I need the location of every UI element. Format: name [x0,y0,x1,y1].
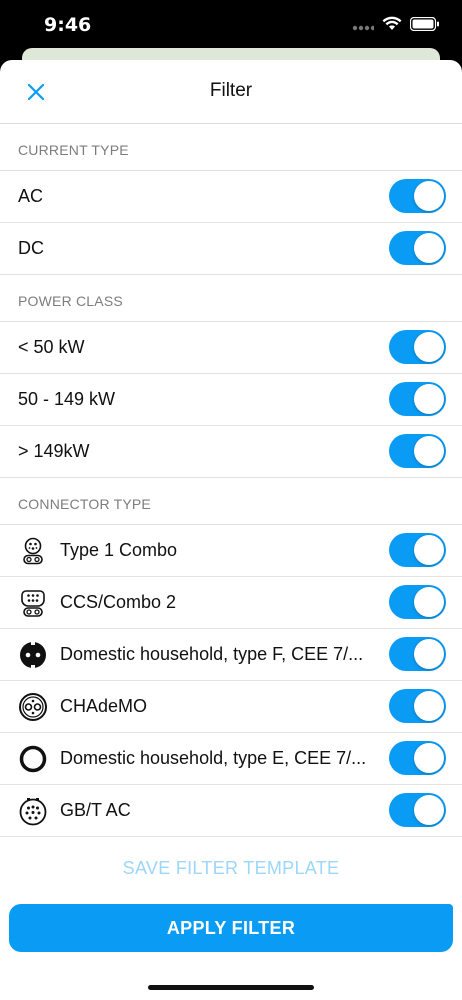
sheet-header: Filter [0,60,462,124]
filter-row-dc: DC [0,223,462,275]
toggle-ac[interactable] [389,179,446,213]
toggle-knob [414,743,444,773]
filter-label: AC [18,186,44,206]
filter-label: Type 1 Combo [60,540,178,560]
filter-row-domestic-type-e: Domestic household, type E, CEE 7/... [0,733,462,785]
gbt-ac-icon [19,797,47,825]
toggle-knob [414,535,444,565]
toggle-domestic-type-f[interactable] [389,637,446,671]
filter-label: CCS/Combo 2 [60,592,177,612]
toggle-dc[interactable] [389,231,446,265]
type1-combo-icon [23,537,43,564]
filter-label: < 50 kW [18,337,85,357]
toggle-knob [414,436,444,466]
filter-label: CHAdeMO [60,696,148,716]
status-icons [352,16,440,31]
toggle-50-149kw[interactable] [389,382,446,416]
toggle-gbt-ac[interactable] [389,793,446,827]
toggle-knob [414,233,444,263]
filter-label: 50 - 149 kW [18,389,116,409]
toggle-under-50kw[interactable] [389,330,446,364]
battery-icon [410,16,439,31]
apply-filter-button[interactable]: APPLY FILTER [9,904,453,952]
wifi-icon [382,16,402,30]
section-label-connector-type: CONNECTOR TYPE [0,478,462,525]
filter-row-under-50kw: < 50 kW [0,322,462,374]
status-bar: 9:46 [0,0,462,52]
filter-row-ccs-combo2: CCS/Combo 2 [0,577,462,629]
toggle-domestic-type-e[interactable] [389,741,446,775]
toggle-over-149kw[interactable] [389,434,446,468]
page-title: Filter [209,80,253,101]
toggle-knob [414,384,444,414]
toggle-knob [414,639,444,669]
toggle-type1-combo[interactable] [389,533,446,567]
chademo-icon [19,692,47,721]
toggle-knob [414,795,444,825]
schuko-plug-icon [20,640,46,669]
filter-label: Domestic household, type E, CEE 7/... [60,748,367,768]
toggle-knob [414,181,444,211]
ccs-combo2-icon [21,589,45,617]
section-label-power-class: POWER CLASS [0,275,462,322]
filter-row-chademo: CHAdeMO [0,681,462,733]
filter-row-gbt-ac: GB/T AC [0,785,462,837]
toggle-chademo[interactable] [389,689,446,723]
signal-icon [352,25,374,30]
filter-label: DC [18,238,44,258]
filter-label: > 149kW [18,441,90,461]
toggle-knob [414,587,444,617]
filter-row-type1-combo: Type 1 Combo [0,525,462,577]
section-label-current-type: CURRENT TYPE [0,124,462,171]
filter-row-50-149kw: 50 - 149 kW [0,374,462,426]
filter-sheet: Filter CURRENT TYPE AC DC POWER CLASS < … [0,60,462,1000]
filter-row-over-149kw: > 149kW [0,426,462,478]
save-filter-template-button[interactable]: SAVE FILTER TEMPLATE [0,858,462,879]
filter-label: GB/T AC [60,800,131,820]
home-indicator [148,985,314,990]
filter-label: Domestic household, type F, CEE 7/... [60,644,364,664]
toggle-knob [414,332,444,362]
toggle-knob [414,691,444,721]
status-time: 9:46 [44,14,92,36]
type-e-plug-icon [19,745,47,772]
toggle-ccs-combo2[interactable] [389,585,446,619]
filter-row-domestic-type-f: Domestic household, type F, CEE 7/... [0,629,462,681]
filter-row-ac: AC [0,171,462,223]
